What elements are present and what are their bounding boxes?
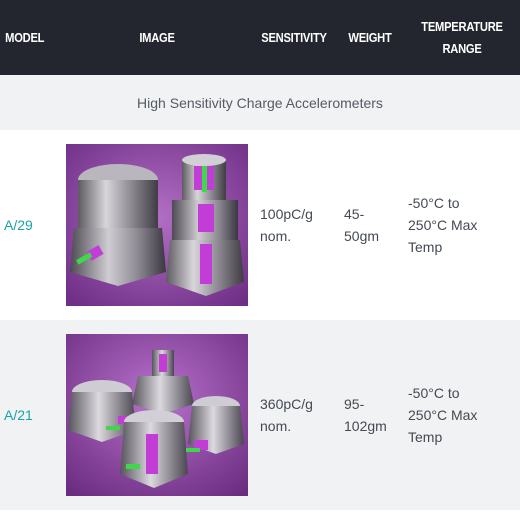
section-title: High Sensitivity Charge Accelerometers [0, 75, 520, 130]
header-sensitivity: SENSITIVITY [261, 29, 327, 45]
header-image: IMAGE [139, 29, 175, 45]
sensitivity-unit: nom. [260, 418, 292, 434]
temperature-line2: 250°C Max [408, 407, 478, 423]
temperature-line3: Temp [408, 239, 443, 255]
accelerometer-photo-a29 [66, 144, 248, 306]
weight-value-end: 50gm [344, 228, 380, 244]
table-row: A/29 100pC/g nom. 45- 50gm -50°C to 250°… [0, 130, 520, 320]
header-temperature-line2: RANGE [442, 40, 482, 56]
temperature-line1: -50°C to [408, 385, 460, 401]
temperature-line1: -50°C to [408, 195, 460, 211]
weight-value-end: 102gm [344, 418, 387, 434]
table-row: A/21 360pC/g nom. 95- 102gm -50°C to 250… [0, 320, 520, 510]
sensitivity-unit: nom. [260, 228, 292, 244]
weight-value: 95- [344, 396, 365, 412]
model-link[interactable]: A/21 [0, 320, 62, 510]
weight-value: 45- [344, 206, 365, 222]
header-temperature-line1: TEMPERATURE [421, 18, 503, 34]
model-link[interactable]: A/29 [0, 130, 62, 320]
temperature-line2: 250°C Max [408, 217, 478, 233]
accelerometer-table: MODEL IMAGE SENSITIVITY WEIGHT TEMPERATU… [0, 0, 520, 510]
header-model: MODEL [5, 29, 45, 45]
header-weight: WEIGHT [348, 29, 392, 45]
temperature-line3: Temp [408, 429, 443, 445]
sensitivity-value: 360pC/g [260, 396, 313, 412]
table-header: MODEL IMAGE SENSITIVITY WEIGHT TEMPERATU… [0, 0, 520, 75]
sensitivity-value: 100pC/g [260, 206, 313, 222]
header-temperature-range: TEMPERATURE RANGE [412, 0, 512, 75]
accelerometer-photo-a21 [66, 334, 248, 496]
